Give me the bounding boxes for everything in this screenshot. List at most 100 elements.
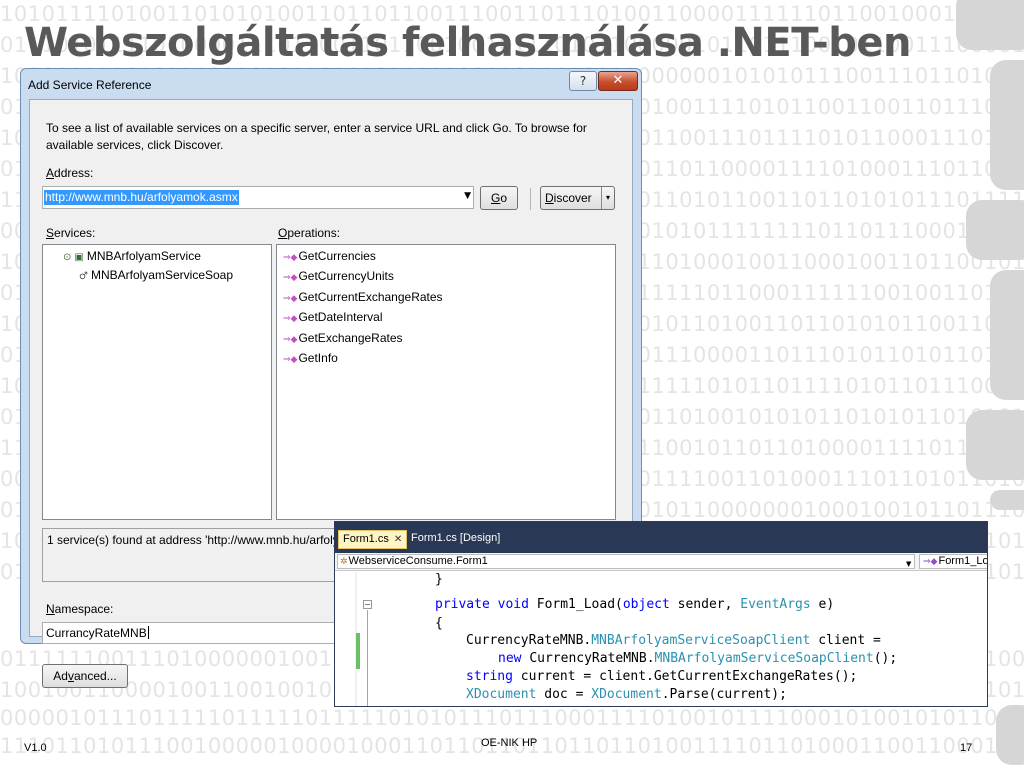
endpoint-icon: ♂ <box>79 271 88 282</box>
method-icon: ⇒◆ <box>283 314 298 324</box>
dialog-titlebar[interactable]: Add Service Reference ? ✕ <box>21 69 641 99</box>
address-dropdown-arrow-icon[interactable]: ▼ <box>464 191 471 201</box>
code-line[interactable]: new CurrencyRateMNB.MNBArfolyamServiceSo… <box>498 651 897 666</box>
operation-item[interactable]: ⇒◆GetCurrencies <box>283 249 376 263</box>
code-line[interactable]: { <box>435 616 443 631</box>
code-editor-window: Form1.cs ✕ Form1.cs [Design] ✲WebserviceC… <box>334 521 988 707</box>
class-dropdown[interactable]: ✲WebserviceConsume.Form1 ▼ <box>337 554 915 569</box>
code-text: (); <box>873 651 898 666</box>
code-text: CurrencyRateMNB. <box>529 651 655 666</box>
operation-label: GetExchangeRates <box>298 331 403 345</box>
deco-block <box>996 705 1024 765</box>
footer-center: OE-NIK HP <box>481 737 538 749</box>
code-text: sender, <box>677 597 741 612</box>
operation-item[interactable]: ⇒◆GetExchangeRates <box>283 331 403 345</box>
code-keyword: string <box>466 669 521 684</box>
service-label: MNBArfolyamService <box>86 249 201 263</box>
discover-button[interactable]: Discover ▾ <box>540 186 615 210</box>
operations-list[interactable]: ⇒◆GetCurrencies ⇒◆GetCurrencyUnits ⇒◆Get… <box>276 244 616 520</box>
operation-label: GetCurrentExchangeRates <box>298 290 443 304</box>
tab-form1-design[interactable]: Form1.cs [Design] <box>411 532 500 544</box>
operation-item[interactable]: ⇒◆GetCurrencyUnits <box>283 269 394 283</box>
operation-label: GetCurrencies <box>298 249 376 263</box>
code-type: EventArgs <box>740 597 819 612</box>
dialog-title: Add Service Reference <box>28 78 152 92</box>
discover-dropdown-arrow-icon[interactable]: ▾ <box>601 187 614 209</box>
tree-item-service[interactable]: ⊙ ▣ MNBArfolyamService <box>63 249 201 263</box>
code-type: MNBArfolyamServiceSoapClient <box>654 651 874 666</box>
deco-block <box>966 410 1024 480</box>
namespace-input[interactable]: CurrancyRateMNB <box>42 622 342 644</box>
toolbar-separator <box>530 188 531 210</box>
services-tree[interactable]: ⊙ ▣ MNBArfolyamService ♂ MNBArfolyamService… <box>42 244 272 520</box>
method-icon: ⇒◆ <box>283 273 298 283</box>
advanced-button[interactable]: Advanced... <box>42 664 128 688</box>
code-line[interactable]: CurrencyRateMNB.MNBArfolyamServiceSoapCl… <box>466 633 881 648</box>
services-label: Services: <box>46 226 96 240</box>
editor-navigation-bar: ✲WebserviceConsume.Form1 ▼ ⇒◆Form1_Load <box>335 553 987 571</box>
collapse-toggle-icon[interactable]: − <box>363 600 372 609</box>
page-number: 17 <box>960 742 973 754</box>
tree-item-endpoint[interactable]: ♂ MNBArfolyamServiceSoap <box>79 268 233 282</box>
discover-label: Discover <box>545 191 592 205</box>
class-icon: ✲ <box>340 557 348 567</box>
tab-form1-cs[interactable]: Form1.cs ✕ <box>338 530 408 549</box>
code-text: CurrencyRateMNB. <box>466 633 592 648</box>
deco-block <box>990 490 1024 510</box>
code-line[interactable]: } <box>435 572 443 587</box>
operation-label: GetDateInterval <box>298 310 383 324</box>
service-icon: ▣ <box>74 252 84 263</box>
change-indicator <box>356 633 360 669</box>
help-button[interactable]: ? <box>569 71 597 91</box>
code-line[interactable]: private void Form1_Load(object sender, E… <box>435 597 834 612</box>
method-icon: ⇒◆ <box>283 294 298 304</box>
code-text: e) <box>818 597 835 612</box>
operation-label: GetInfo <box>298 351 338 365</box>
member-dropdown-value: Form1_Load <box>938 555 988 567</box>
method-icon: ⇒◆ <box>923 557 938 567</box>
go-button[interactable]: Go <box>480 186 518 210</box>
code-type: XDocument <box>466 687 545 702</box>
text-caret <box>147 626 149 639</box>
class-dropdown-value: WebserviceConsume.Form1 <box>348 555 488 567</box>
code-text: doc = <box>544 687 592 702</box>
code-text: client = <box>818 633 881 648</box>
instructions-text: To see a list of available services on a… <box>46 121 587 152</box>
code-text: .Parse(current); <box>661 687 787 702</box>
operations-label: Operations: <box>278 226 341 240</box>
code-keyword: object <box>622 597 678 612</box>
deco-block <box>956 0 1024 50</box>
deco-block <box>966 200 1024 260</box>
address-value: http://www.mnb.hu/arfolyamok.asmx <box>44 190 239 205</box>
code-keyword: private void <box>435 597 537 612</box>
code-type: MNBArfolyamServiceSoapClient <box>591 633 819 648</box>
code-keyword: new <box>498 651 530 666</box>
address-input[interactable]: http://www.mnb.hu/arfolyamok.asmx ▼ <box>42 186 474 209</box>
class-dropdown-arrow-icon[interactable]: ▼ <box>906 558 911 571</box>
operation-item[interactable]: ⇒◆GetDateInterval <box>283 310 383 324</box>
operation-item[interactable]: ⇒◆GetCurrentExchangeRates <box>283 290 443 304</box>
code-type: XDocument <box>591 687 662 702</box>
code-line[interactable]: XDocument doc = XDocument.Parse(current)… <box>466 687 787 702</box>
close-button[interactable]: ✕ <box>598 71 638 91</box>
tab-close-icon[interactable]: ✕ <box>394 534 402 545</box>
member-dropdown[interactable]: ⇒◆Form1_Load <box>919 554 988 569</box>
footer-version: V1.0 <box>24 742 47 754</box>
slide-title: Webszolgáltatás felhasználása .NET-ben <box>24 20 911 66</box>
outline-line <box>367 610 368 706</box>
method-icon: ⇒◆ <box>283 335 298 345</box>
operation-item[interactable]: ⇒◆GetInfo <box>283 351 338 365</box>
binary-line: 0000010111011111011111011111010101110111… <box>0 706 1024 730</box>
expand-icon[interactable]: ⊙ <box>63 252 71 263</box>
method-icon: ⇒◆ <box>283 253 298 263</box>
code-text: current = client.GetCurrentExchangeRates… <box>520 669 858 684</box>
method-icon: ⇒◆ <box>283 355 298 365</box>
address-label: Address: <box>46 166 94 180</box>
deco-block <box>990 60 1024 190</box>
namespace-value: CurrancyRateMNB <box>46 626 149 640</box>
namespace-label: Namespace: <box>46 602 114 616</box>
editor-tab-bar: Form1.cs ✕ Form1.cs [Design] <box>335 522 987 553</box>
endpoint-label: MNBArfolyamServiceSoap <box>90 268 234 282</box>
code-line[interactable]: string current = client.GetCurrentExchan… <box>466 669 857 684</box>
code-text: Form1_Load( <box>536 597 623 612</box>
